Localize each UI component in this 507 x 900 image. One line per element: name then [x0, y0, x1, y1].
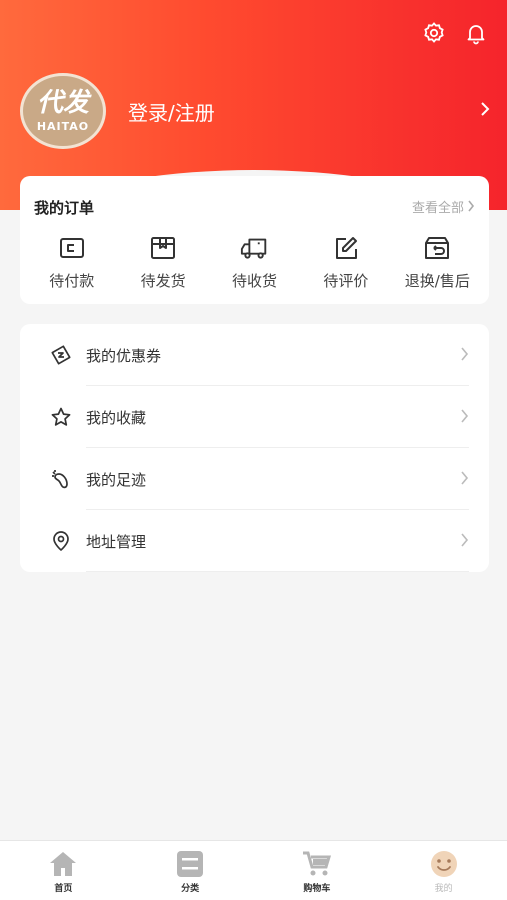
avatar-text-main: 代发	[36, 87, 89, 118]
cart-icon	[300, 849, 334, 879]
order-status-label: 待收货	[232, 272, 278, 290]
profile-icon	[427, 849, 461, 879]
order-status-label: 待发货	[140, 272, 186, 290]
tab-label: 我的	[434, 884, 453, 894]
chevron-right-icon[interactable]	[479, 101, 491, 122]
wallet-icon	[57, 234, 87, 262]
orders-header: 我的订单 查看全部	[20, 176, 489, 240]
order-status-pending-payment[interactable]: 待付款	[26, 234, 117, 291]
chevron-right-icon	[468, 200, 475, 212]
divider	[86, 571, 469, 572]
menu-item-label: 我的足迹	[86, 470, 147, 489]
orders-title: 我的订单	[34, 198, 95, 217]
view-all-label: 查看全部	[411, 200, 464, 216]
avatar-text-sub: HAITAO	[36, 119, 90, 133]
tab-category[interactable]: 分类	[127, 841, 254, 900]
order-status-pending-review[interactable]: 待评价	[300, 234, 391, 291]
view-all-orders-link[interactable]: 查看全部	[412, 197, 475, 216]
settings-icon[interactable]	[421, 20, 447, 46]
edit-icon	[331, 234, 361, 262]
chevron-right-icon	[460, 470, 469, 489]
tab-cart[interactable]: 购物车	[254, 841, 381, 900]
return-icon	[422, 234, 452, 262]
order-status-pending-receipt[interactable]: 待收货	[209, 234, 300, 291]
menu-item-history[interactable]: 我的足迹	[20, 448, 489, 510]
package-icon	[148, 234, 178, 262]
truck-icon	[240, 234, 270, 262]
menu-item-label: 我的优惠券	[86, 346, 162, 365]
menu-item-coupons[interactable]: 我的优惠券	[20, 324, 489, 386]
order-status-returns[interactable]: 退换/售后	[392, 234, 483, 291]
top-icons	[421, 20, 489, 46]
home-icon	[46, 849, 80, 879]
bell-icon[interactable]	[463, 20, 489, 46]
profile-section[interactable]: 代发 HAITAO 登录/注册	[20, 72, 491, 150]
menu-item-label: 地址管理	[86, 532, 147, 551]
order-status-list: 待付款 待发货 待收货 待评价 退换/售后	[20, 234, 489, 291]
chevron-right-icon	[460, 346, 469, 365]
coupon-icon	[50, 344, 72, 366]
star-icon	[50, 406, 72, 428]
order-status-label: 退换/售后	[404, 272, 470, 290]
avatar[interactable]: 代发 HAITAO	[20, 73, 106, 149]
menu-card: 我的优惠券 我的收藏 我的足迹 地址管理	[20, 324, 489, 572]
order-status-label: 待评价	[323, 272, 369, 290]
location-icon	[50, 530, 72, 552]
chevron-right-icon	[460, 408, 469, 427]
tab-profile[interactable]: 我的	[380, 841, 507, 900]
menu-item-favorites[interactable]: 我的收藏	[20, 386, 489, 448]
footprint-icon	[50, 468, 72, 490]
category-icon	[173, 849, 207, 879]
order-status-pending-shipment[interactable]: 待发货	[117, 234, 208, 291]
tab-label: 购物车	[303, 884, 331, 894]
bottom-tab-bar: 首页 分类 购物车 我的	[0, 840, 507, 900]
order-status-label: 待付款	[49, 272, 95, 290]
menu-item-address[interactable]: 地址管理	[20, 510, 489, 572]
chevron-right-icon	[460, 532, 469, 551]
orders-card: 我的订单 查看全部 待付款 待发货 待收货 待评价 退换/售后	[20, 176, 489, 304]
login-register-link[interactable]: 登录/注册	[128, 97, 479, 126]
menu-item-label: 我的收藏	[86, 408, 147, 427]
tab-label: 分类	[181, 884, 200, 894]
tab-home[interactable]: 首页	[0, 841, 127, 900]
tab-label: 首页	[54, 884, 73, 894]
